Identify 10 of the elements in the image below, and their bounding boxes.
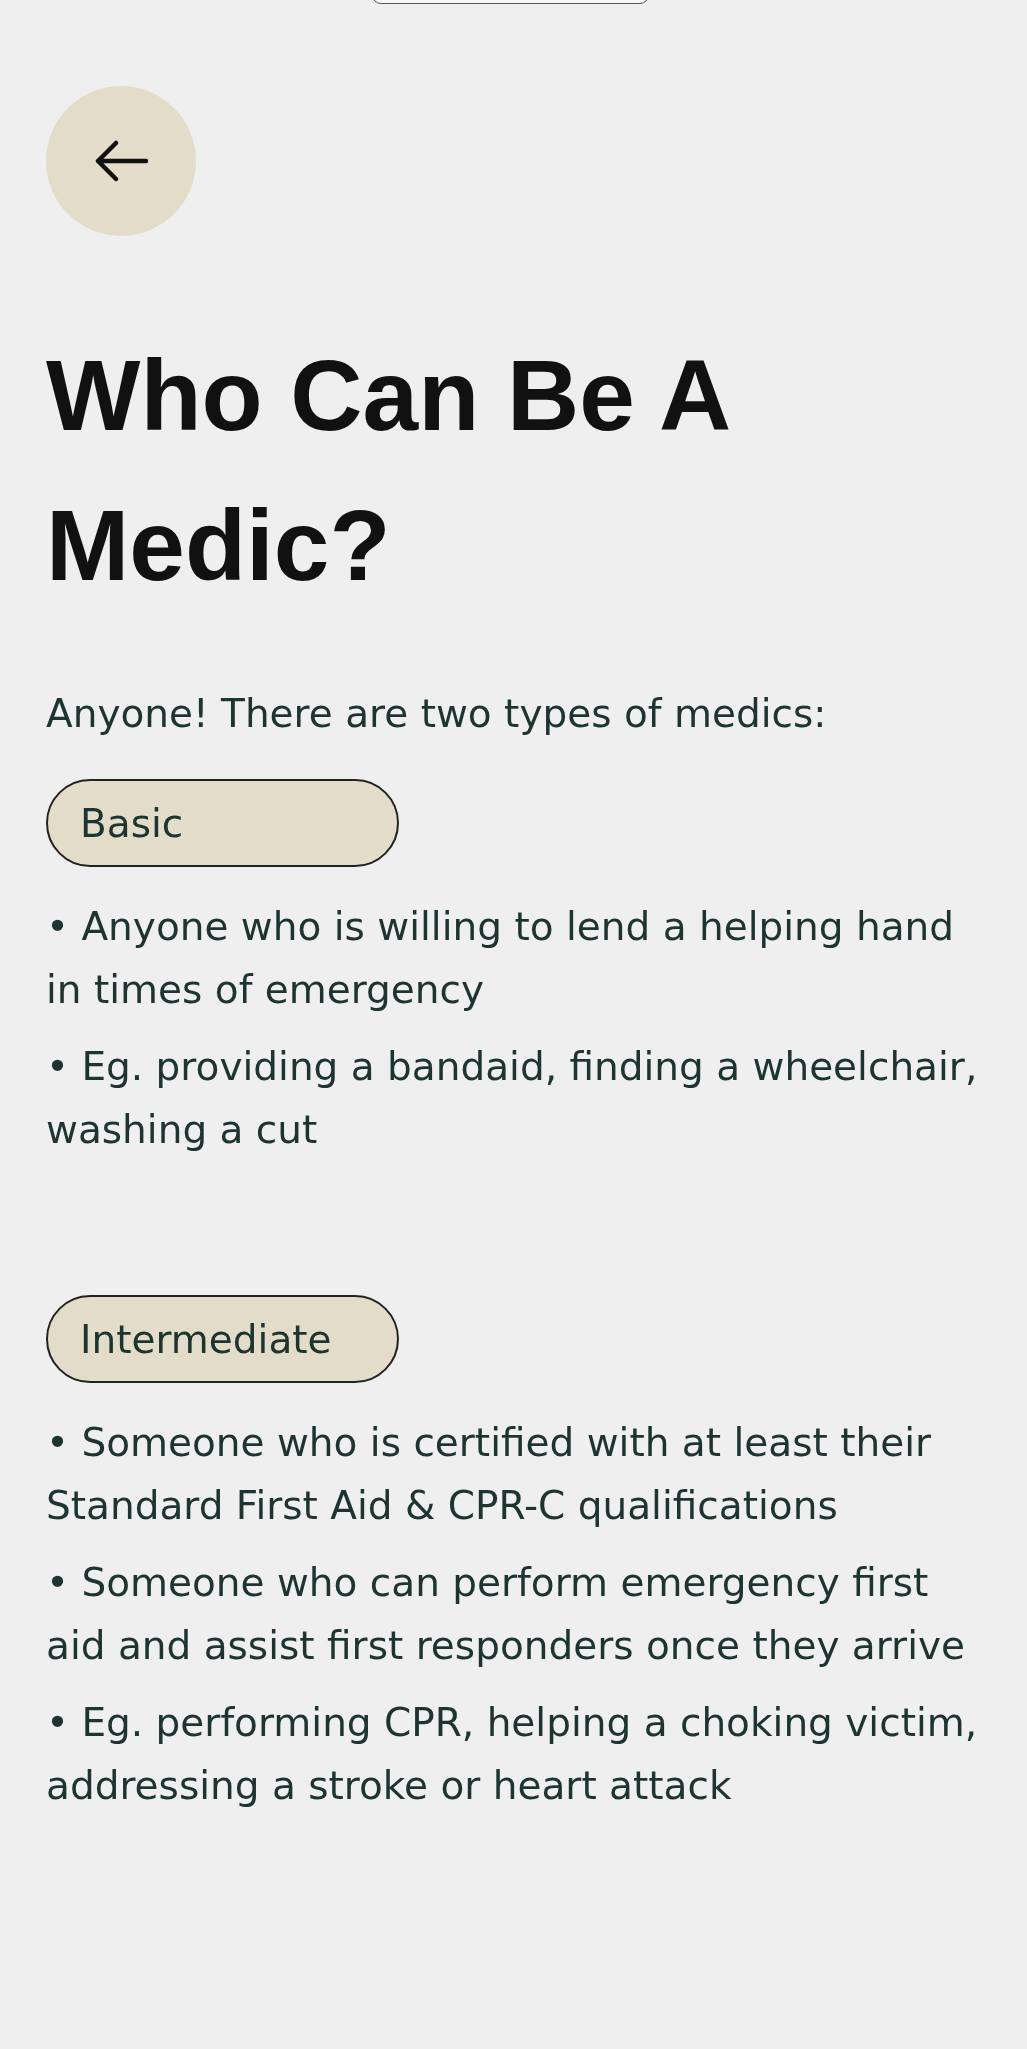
page-title: Who Can Be A Medic? — [46, 338, 729, 603]
intro-text: Anyone! There are two types of medics: — [46, 690, 828, 738]
back-arrow-icon — [94, 139, 148, 183]
bullet-text: • Someone who is certified with at least their Standard First Aid & CPR-C qualifications — [46, 1419, 933, 1530]
bullet-text: • Eg. performing CPR, helping a choking victim, addressing a stroke or heart attack — [46, 1699, 979, 1810]
bullet-text: • Eg. providing a bandaid, finding a wheelchair, washing a cut — [46, 1043, 979, 1154]
bullet-text: • Anyone who is willing to lend a helping hand in times of emergency — [46, 903, 956, 1014]
category-tag: Basic — [46, 779, 399, 867]
category-tag: Intermediate — [46, 1295, 399, 1383]
bullet-text: • Someone who can perform emergency first aid and assist first responders once they arrive — [46, 1559, 967, 1670]
